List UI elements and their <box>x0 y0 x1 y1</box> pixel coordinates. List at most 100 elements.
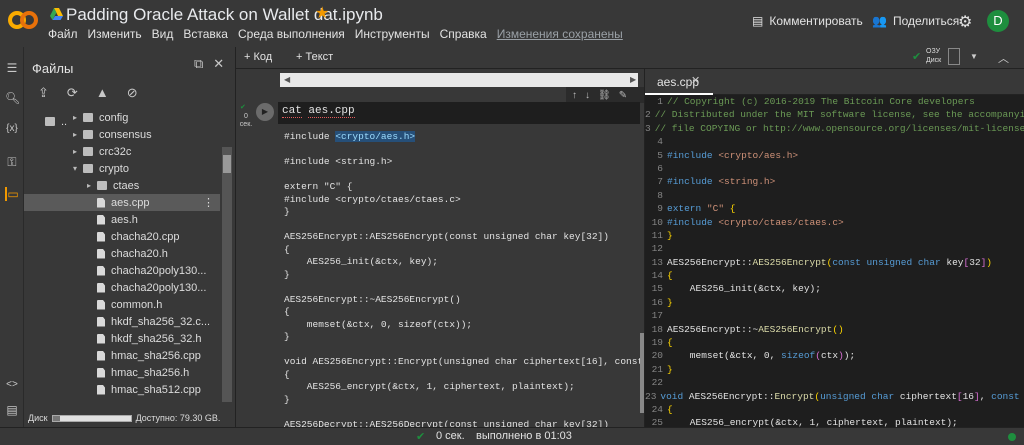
search-icon[interactable]: 🔍︎ <box>5 91 20 105</box>
file-tree-row[interactable]: chacha20poly130... <box>24 262 220 279</box>
file-tree-row[interactable]: aes.h <box>24 211 220 228</box>
horizontal-scrollbar[interactable] <box>280 73 638 87</box>
saved-status[interactable]: Изменения сохранены <box>497 27 623 41</box>
files-title: Файлы <box>32 61 74 76</box>
folder-icon <box>83 113 93 122</box>
open-in-tab-icon[interactable]: ⧉ <box>194 56 203 72</box>
file-tree-label: common.h <box>111 298 163 311</box>
line-text: extern "C" { <box>667 203 736 215</box>
file-icon <box>97 367 105 378</box>
chevron-down-icon[interactable]: ▼ <box>970 52 978 61</box>
menu-item-4[interactable]: Среда выполнения <box>238 27 345 41</box>
key-icon[interactable]: ⚿ <box>5 155 19 170</box>
output-line: extern "C" { <box>284 181 353 192</box>
file-icon <box>97 214 105 225</box>
folder-icon <box>83 147 93 156</box>
file-icon <box>97 265 105 276</box>
upload-icon[interactable]: ⇪ <box>38 85 49 101</box>
files-scroll-thumb[interactable] <box>223 155 231 173</box>
collapse-icon[interactable]: ︿ <box>998 50 1009 66</box>
editor-code[interactable]: 1 // Copyright (c) 2016-2019 The Bitcoin … <box>645 95 1024 427</box>
file-tree-row[interactable]: hmac_sha256.cpp <box>24 347 220 364</box>
file-tree-row[interactable]: aes.cpp ⋮ <box>24 194 220 211</box>
file-tree-label: config <box>99 111 129 124</box>
editor-line: 25 AES256_encrypt(&ctx, 1, ciphertext, p… <box>645 416 1024 427</box>
move-down-icon[interactable]: ↓ <box>585 90 590 101</box>
hide-icon[interactable]: ⊘ <box>127 85 138 101</box>
menu-item-2[interactable]: Вид <box>152 27 174 41</box>
tab-aes-cpp[interactable]: aes.cpp <box>645 69 713 95</box>
line-number: 14 <box>651 270 663 282</box>
mount-drive-icon[interactable]: ▲ <box>96 85 109 101</box>
menu-item-5[interactable]: Инструменты <box>355 27 430 41</box>
folder-icon[interactable]: ▭ <box>5 187 19 201</box>
avatar[interactable]: D <box>987 10 1009 32</box>
refresh-folder-icon[interactable]: ⟳ <box>67 85 78 101</box>
menu-item-3[interactable]: Вставка <box>183 27 228 41</box>
gear-icon[interactable]: ⚙ <box>958 12 972 32</box>
expand-arrow-icon[interactable]: ▸ <box>70 147 80 156</box>
line-text: AES256Encrypt::~AES256Encrypt() <box>667 323 844 335</box>
share-button[interactable]: 👥 Поделиться <box>872 14 959 28</box>
file-tree-row[interactable]: ▸ config <box>24 109 220 126</box>
editor-line: 23 void AES256Encrypt::Encrypt(unsigned c… <box>645 390 1024 403</box>
code-snippets-icon[interactable]: <> <box>5 379 19 390</box>
more-icon[interactable]: ⋮ <box>203 196 214 209</box>
toc-icon[interactable]: ☰ <box>5 61 19 75</box>
left-rail: ☰ 🔍︎ {x} ⚿ ▭ <> ▤ <box>0 47 24 427</box>
run-count: 0 <box>244 113 248 120</box>
file-tree-row[interactable]: common.h <box>24 296 220 313</box>
output-line: } <box>284 393 290 405</box>
output-line: { <box>284 368 290 380</box>
line-text: AES256_init(&ctx, key); <box>667 283 821 295</box>
notebook-title[interactable]: Padding Oracle Attack on Wallet dat.ipyn… <box>66 5 383 25</box>
files-scrollbar[interactable] <box>222 147 232 402</box>
expand-arrow-icon[interactable]: ▾ <box>70 164 80 173</box>
terminal-icon[interactable]: ▤ <box>5 403 19 417</box>
variables-icon[interactable]: {x} <box>5 123 19 134</box>
comment-button[interactable]: ▤ Комментировать <box>752 14 863 28</box>
file-tree-row[interactable]: hmac_sha256.h <box>24 364 220 381</box>
file-tree-row[interactable]: ▸ crc32c <box>24 143 220 160</box>
link-icon[interactable]: ⛓ <box>598 90 611 101</box>
menu-item-6[interactable]: Справка <box>440 27 487 41</box>
scroll-right-icon[interactable]: ▶ <box>630 75 636 84</box>
edit-icon[interactable]: ✎ <box>619 90 627 101</box>
close-icon[interactable]: ✕ <box>213 56 224 72</box>
file-tree-row[interactable]: hkdf_sha256_32.c... <box>24 313 220 330</box>
add-text-button[interactable]: + Текст <box>296 51 333 63</box>
close-tab-icon[interactable]: ✕ <box>691 74 700 87</box>
editor-line: 4 <box>645 135 1024 148</box>
star-icon[interactable]: ★ <box>315 3 329 23</box>
colab-logo-icon[interactable] <box>8 10 38 30</box>
file-tree-row[interactable]: hmac_sha512.cpp <box>24 381 220 398</box>
run-cell-button[interactable]: ▶ <box>256 103 274 121</box>
file-tree-row[interactable]: ▾ crypto <box>24 160 220 177</box>
file-tree-row[interactable]: hkdf_sha256_32.h <box>24 330 220 347</box>
file-tree-row[interactable]: ▸ consensus <box>24 126 220 143</box>
move-up-icon[interactable]: ↑ <box>572 90 577 101</box>
scroll-left-icon[interactable]: ◀ <box>284 75 290 84</box>
file-tree-row[interactable]: chacha20.cpp <box>24 228 220 245</box>
file-tree-row[interactable]: chacha20.h <box>24 245 220 262</box>
line-number: 20 <box>651 350 663 362</box>
file-tree-label: hmac_sha256.h <box>111 366 190 379</box>
menu-item-1[interactable]: Изменить <box>88 27 142 41</box>
expand-arrow-icon[interactable]: ▸ <box>84 181 94 190</box>
file-tree-label: hkdf_sha256_32.h <box>111 332 202 345</box>
file-tree-row[interactable]: chacha20poly130... <box>24 279 220 296</box>
file-tree-label: chacha20.h <box>111 247 168 260</box>
cell-toolbar: ↑ ↓ ⛓ ✎ <box>566 87 644 103</box>
code-cell-input[interactable]: cat aes.cpp <box>278 102 640 124</box>
editor-line: 22 <box>645 376 1024 389</box>
file-tree-label: ctaes <box>113 179 140 192</box>
menu-item-0[interactable]: Файл <box>48 27 78 41</box>
line-number: 24 <box>651 403 663 415</box>
resources-indicator[interactable]: ОЗУ Диск <box>926 47 941 65</box>
line-number: 21 <box>651 363 663 375</box>
expand-arrow-icon[interactable]: ▸ <box>70 130 80 139</box>
expand-arrow-icon[interactable]: ▸ <box>70 113 80 122</box>
add-code-button[interactable]: + Код <box>244 51 272 63</box>
file-tree-row[interactable]: ▸ ctaes <box>24 177 220 194</box>
